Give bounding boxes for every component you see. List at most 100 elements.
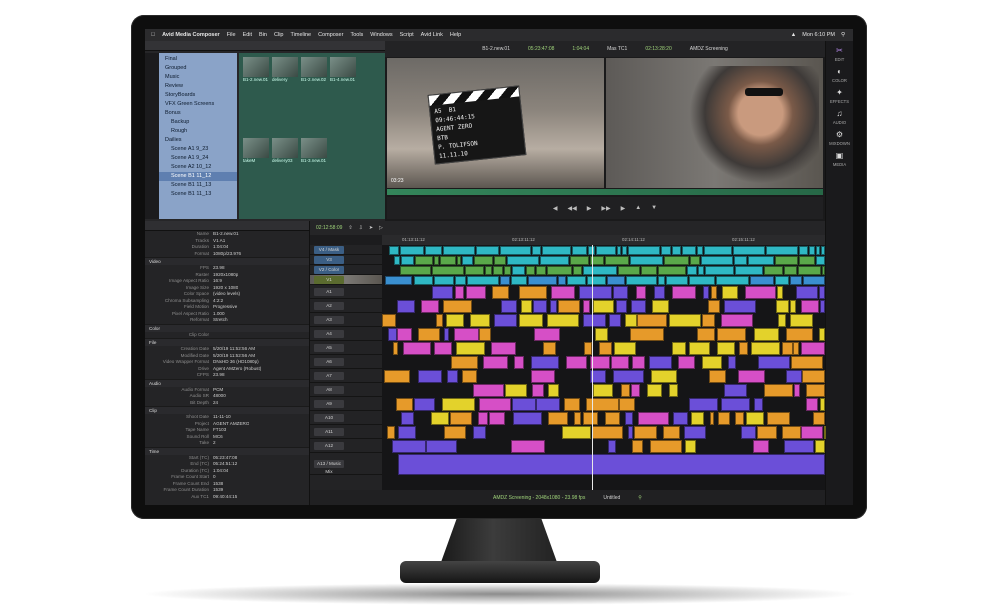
timeline-clip[interactable] (593, 299, 615, 313)
bin-item[interactable]: StoryBoards (159, 91, 237, 100)
timeline-clip[interactable] (461, 369, 478, 383)
timeline-clip[interactable] (530, 369, 555, 383)
timeline-clip[interactable] (737, 369, 766, 383)
timeline-clip[interactable] (691, 411, 705, 425)
trim-tool-icon[interactable]: ▷ (379, 225, 383, 231)
timeline-clip[interactable] (767, 411, 791, 425)
timeline-clip[interactable] (748, 255, 775, 265)
timeline-clip[interactable] (781, 341, 793, 355)
timeline-clip[interactable] (663, 425, 681, 439)
timeline-clip[interactable] (815, 255, 825, 265)
timeline-clip[interactable] (822, 265, 825, 275)
bin-item[interactable]: Scene A1 9_23 (159, 145, 237, 154)
bin-item[interactable]: Backup (159, 118, 237, 127)
timeline-clip[interactable] (536, 397, 561, 411)
timeline-clip[interactable] (613, 369, 644, 383)
menu-file[interactable]: File (227, 32, 236, 38)
menu-avid-link[interactable]: Avid Link (421, 32, 443, 38)
track-label[interactable]: V4 / Mask (314, 245, 344, 254)
timeline-clip[interactable] (633, 425, 658, 439)
track-label[interactable]: A13 / Music Mix (314, 459, 344, 474)
timeline-clip[interactable] (709, 369, 726, 383)
timeline-clip[interactable] (749, 275, 775, 285)
track-lane[interactable] (382, 265, 825, 275)
timeline-clip[interactable] (802, 369, 825, 383)
timeline-clip[interactable] (494, 255, 507, 265)
timeline-clip[interactable] (514, 355, 525, 369)
timeline-clip[interactable] (433, 255, 439, 265)
track-label[interactable]: V1 (314, 275, 344, 284)
timeline-clip[interactable] (672, 411, 689, 425)
track-label[interactable]: A4 (314, 329, 344, 338)
timeline-clip[interactable] (473, 383, 505, 397)
source-monitor[interactable]: A5 B1 09:46:44:15 AGENT ZERO BTB P. TOLI… (387, 58, 604, 188)
track-label[interactable]: A1 (314, 287, 344, 296)
timeline-clip[interactable] (500, 299, 517, 313)
track-header[interactable]: A3 (310, 313, 382, 327)
track-header[interactable]: A12 (310, 439, 382, 453)
timeline-clip[interactable] (641, 265, 657, 275)
inspector-section[interactable]: File (145, 338, 309, 346)
timeline-clip[interactable] (798, 255, 815, 265)
timeline-clip[interactable] (549, 299, 558, 313)
bin-thumbnail[interactable]: B1-2.new.01 (243, 57, 269, 135)
timeline-clip[interactable] (775, 255, 798, 265)
timeline-clip[interactable] (525, 265, 536, 275)
timeline-clip[interactable] (550, 285, 575, 299)
timeline-clip[interactable] (669, 383, 679, 397)
timeline-clip[interactable] (686, 265, 698, 275)
timeline-clip[interactable] (793, 383, 801, 397)
timeline-clip[interactable] (604, 255, 629, 265)
timeline-clip[interactable] (647, 383, 662, 397)
inspector-section[interactable]: Video (145, 257, 309, 265)
timeline-clip[interactable] (613, 285, 628, 299)
step-forward-icon[interactable]: ▶▶ (601, 205, 610, 212)
timeline-clip[interactable] (701, 355, 722, 369)
inspector-section[interactable]: Clip (145, 406, 309, 414)
bin-item[interactable]: Scene A2 10_12 (159, 163, 237, 172)
timeline-clip[interactable] (703, 245, 732, 255)
timeline-clip[interactable] (532, 245, 542, 255)
timeline-clip[interactable] (614, 341, 636, 355)
timeline-clip[interactable] (630, 383, 640, 397)
track-lane[interactable] (382, 275, 825, 285)
timeline-clip[interactable] (562, 425, 592, 439)
overwrite-icon[interactable]: ▼ (651, 205, 657, 211)
timeline-clip[interactable] (455, 275, 466, 285)
bin-item[interactable]: Scene B1 11_12 (159, 172, 237, 181)
timeline-clip[interactable] (578, 285, 612, 299)
timeline-clip[interactable] (681, 245, 696, 255)
timeline-clip[interactable] (387, 327, 397, 341)
source-clip-name[interactable]: B1-2.new.01 (482, 46, 510, 52)
menu-windows[interactable]: Windows (370, 32, 392, 38)
timeline-clip[interactable] (716, 275, 749, 285)
track-lanes[interactable] (382, 245, 827, 490)
timeline-clip[interactable] (778, 313, 786, 327)
timeline-clip[interactable] (479, 397, 511, 411)
timeline-clip[interactable] (564, 397, 580, 411)
timecode-ruler[interactable]: 01:13:11:12 02:13:11:12 02:14:11:12 02:15:1… (382, 235, 825, 245)
timeline-clip[interactable] (732, 245, 766, 255)
timeline-clip[interactable] (789, 275, 803, 285)
timeline-clip[interactable] (664, 255, 689, 265)
timeline-clip[interactable] (689, 397, 718, 411)
timeline-clip[interactable] (466, 285, 487, 299)
timeline-clip[interactable] (618, 397, 636, 411)
timeline-clip[interactable] (470, 313, 490, 327)
bin-thumbnail[interactable]: B1-2.new.02 (301, 57, 327, 135)
timeline-clip[interactable] (511, 439, 545, 453)
bin-item[interactable]: Review (159, 82, 237, 91)
timeline-clip[interactable] (790, 299, 796, 313)
bin-item[interactable]: Final (159, 55, 237, 64)
timeline-clip[interactable] (488, 411, 505, 425)
timeline-clip[interactable] (420, 299, 439, 313)
timeline-clip[interactable] (821, 245, 825, 255)
track-label[interactable]: V3 (314, 255, 344, 264)
timeline-clip[interactable] (586, 275, 606, 285)
track-lane[interactable] (382, 313, 825, 327)
timeline-clip[interactable] (490, 341, 516, 355)
palette-item-mixdown[interactable]: ⚙ MIXDOWN (829, 131, 850, 147)
timeline-clip[interactable] (445, 313, 464, 327)
timeline-clip[interactable] (595, 245, 616, 255)
timeline-clip[interactable] (392, 439, 426, 453)
